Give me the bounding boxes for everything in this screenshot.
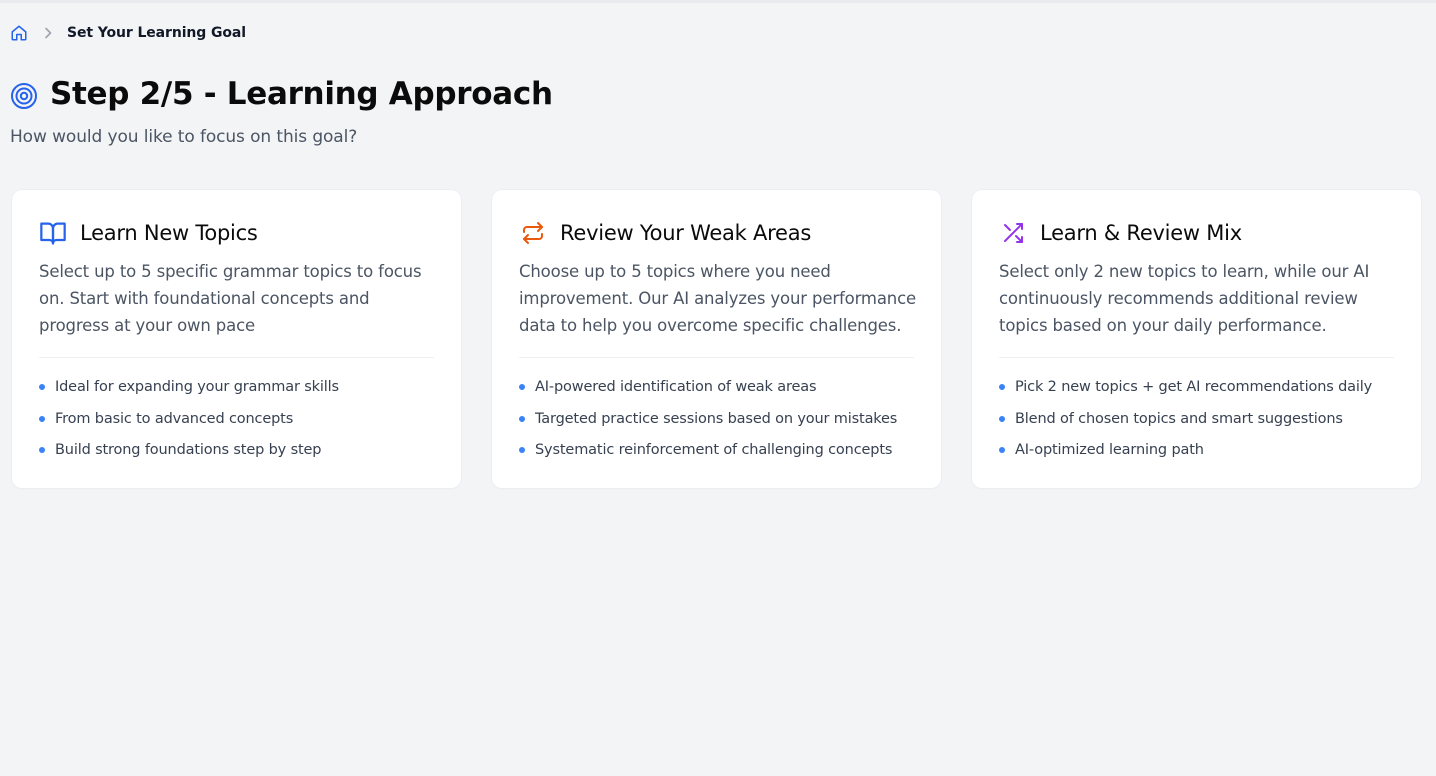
card-feature-item: AI-optimized learning path: [999, 438, 1372, 470]
card-feature-item: From basic to advanced concepts: [39, 407, 339, 439]
card-title: Learn New Topics: [80, 221, 258, 245]
option-card-learn-new-topics[interactable]: Learn New Topics Select up to 5 specific…: [12, 190, 461, 488]
card-feature-item: Systematic reinforcement of challenging …: [519, 438, 897, 470]
chevron-right-icon: [43, 27, 53, 39]
bullet-dot: [519, 415, 525, 422]
feature-text: Pick 2 new topics + get AI recommendatio…: [1015, 379, 1373, 395]
card-title: Learn & Review Mix: [1040, 221, 1242, 245]
bullet-dot: [519, 447, 525, 453]
feature-text: Ideal for expanding your grammar skills: [55, 379, 339, 395]
card-title: Review Your Weak Areas: [560, 221, 812, 245]
card-feature-item: Ideal for expanding your grammar skills: [39, 375, 339, 407]
card-divider: [999, 357, 1394, 358]
card-feature-list: Ideal for expanding your grammar skills …: [39, 375, 339, 470]
breadcrumb-current: Set Your Learning Goal: [67, 25, 246, 41]
card-feature-item: Pick 2 new topics + get AI recommendatio…: [999, 375, 1372, 407]
feature-text: Build strong foundations step by step: [55, 442, 322, 458]
option-card-review-weak-areas[interactable]: Review Your Weak Areas Choose up to 5 to…: [492, 190, 941, 488]
bullet-dot: [39, 384, 45, 390]
bullet-dot: [999, 447, 1005, 453]
bullet-dot: [39, 415, 45, 422]
card-description: Select up to 5 specific grammar topics t…: [39, 262, 422, 335]
bullet-dot: [519, 384, 525, 390]
card-divider: [39, 357, 434, 358]
repeat-icon: [519, 219, 547, 247]
card-feature-list: AI-powered identification of weak areas …: [519, 375, 897, 470]
target-icon: [10, 82, 38, 110]
card-feature-list: Pick 2 new topics + get AI recommendatio…: [999, 375, 1372, 470]
feature-text: AI-optimized learning path: [1015, 442, 1204, 458]
card-description: Select only 2 new topics to learn, while…: [999, 262, 1370, 335]
card-description: Choose up to 5 topics where you need imp…: [519, 262, 917, 335]
open-book-icon: [39, 219, 67, 247]
card-feature-item: Blend of chosen topics and smart suggest…: [999, 407, 1372, 439]
page-subtitle: How would you like to focus on this goal…: [10, 127, 358, 147]
card-divider: [519, 357, 914, 358]
feature-text: From basic to advanced concepts: [55, 410, 294, 427]
feature-text: Targeted practice sessions based on your…: [535, 410, 898, 427]
card-feature-item: Targeted practice sessions based on your…: [519, 407, 897, 439]
bullet-dot: [39, 447, 45, 453]
option-card-learn-review-mix[interactable]: Learn & Review Mix Select only 2 new top…: [972, 190, 1421, 488]
home-icon[interactable]: [10, 24, 28, 42]
bullet-dot: [999, 415, 1005, 422]
shuffle-icon: [999, 219, 1027, 247]
feature-text: Blend of chosen topics and smart suggest…: [1015, 410, 1343, 427]
feature-text: Systematic reinforcement of challenging …: [535, 442, 893, 458]
breadcrumb: Set Your Learning Goal: [10, 22, 246, 44]
card-feature-item: AI-powered identification of weak areas: [519, 375, 897, 407]
card-feature-item: Build strong foundations step by step: [39, 438, 339, 470]
feature-text: AI-powered identification of weak areas: [535, 379, 817, 395]
top-border: [0, 0, 1436, 3]
bullet-dot: [999, 384, 1005, 390]
page-title: Step 2/5 - Learning Approach: [50, 76, 553, 112]
